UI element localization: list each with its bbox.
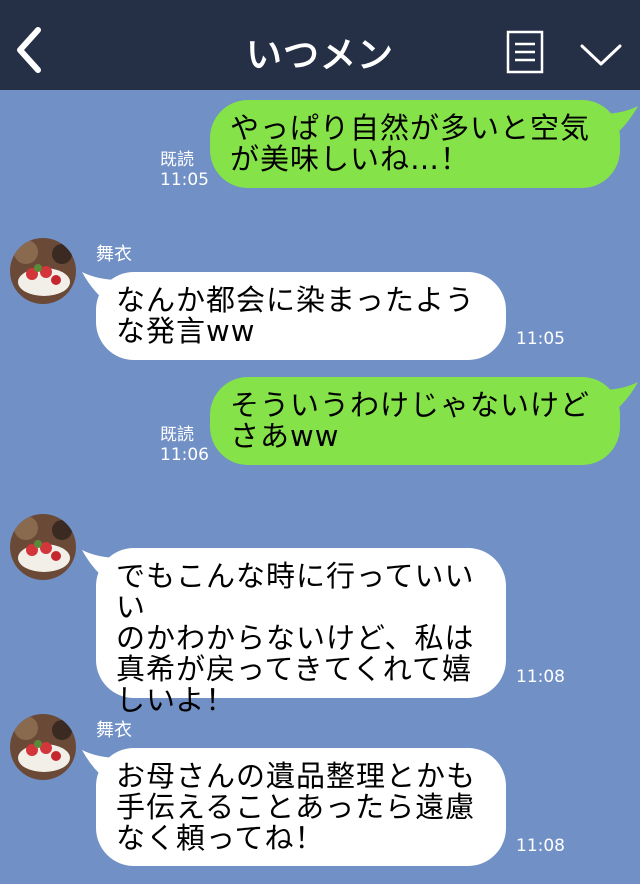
read-receipt: 既読 11:05 (160, 150, 209, 190)
incoming-message[interactable]: でもこんな時に行っていいい のかわからないけど、私は 真希が戻ってきてくれて嬉 … (96, 548, 506, 716)
avatar[interactable] (10, 514, 76, 580)
incoming-message[interactable]: お母さんの遺品整理とかも 手伝えることあったら遠慮 なく頼ってね！ (96, 748, 506, 866)
read-label: 既読 (160, 150, 194, 170)
message-time: 11:05 (160, 170, 209, 190)
sender-name: 舞衣 (96, 244, 132, 265)
list-icon (506, 30, 544, 74)
message-time: 11:08 (516, 667, 565, 687)
read-receipt: 既読 11:06 (160, 425, 209, 465)
menu-button[interactable] (506, 30, 544, 74)
chevron-down-icon (580, 44, 622, 66)
collapse-button[interactable] (578, 38, 624, 72)
chat-title: いつメン (245, 35, 394, 76)
outgoing-message[interactable]: そういうわけじゃないけど さあww (210, 377, 620, 465)
avatar[interactable] (10, 714, 76, 780)
message-time: 11:05 (516, 329, 565, 349)
message-time: 11:06 (160, 445, 209, 465)
read-label: 既読 (160, 425, 194, 445)
chat-header: いつメン (0, 0, 640, 90)
chat-screen: いつメン 既読 11:05 やっぱり自然が多いと空気 が美味しいね…！ 舞衣 な… (0, 0, 640, 884)
message-time: 11:08 (516, 836, 565, 856)
outgoing-message[interactable]: やっぱり自然が多いと空気 が美味しいね…！ (210, 100, 620, 188)
avatar[interactable] (10, 238, 76, 304)
incoming-message[interactable]: なんか都会に染まったよう な発言ww (96, 272, 506, 360)
sender-name: 舞衣 (96, 720, 132, 741)
